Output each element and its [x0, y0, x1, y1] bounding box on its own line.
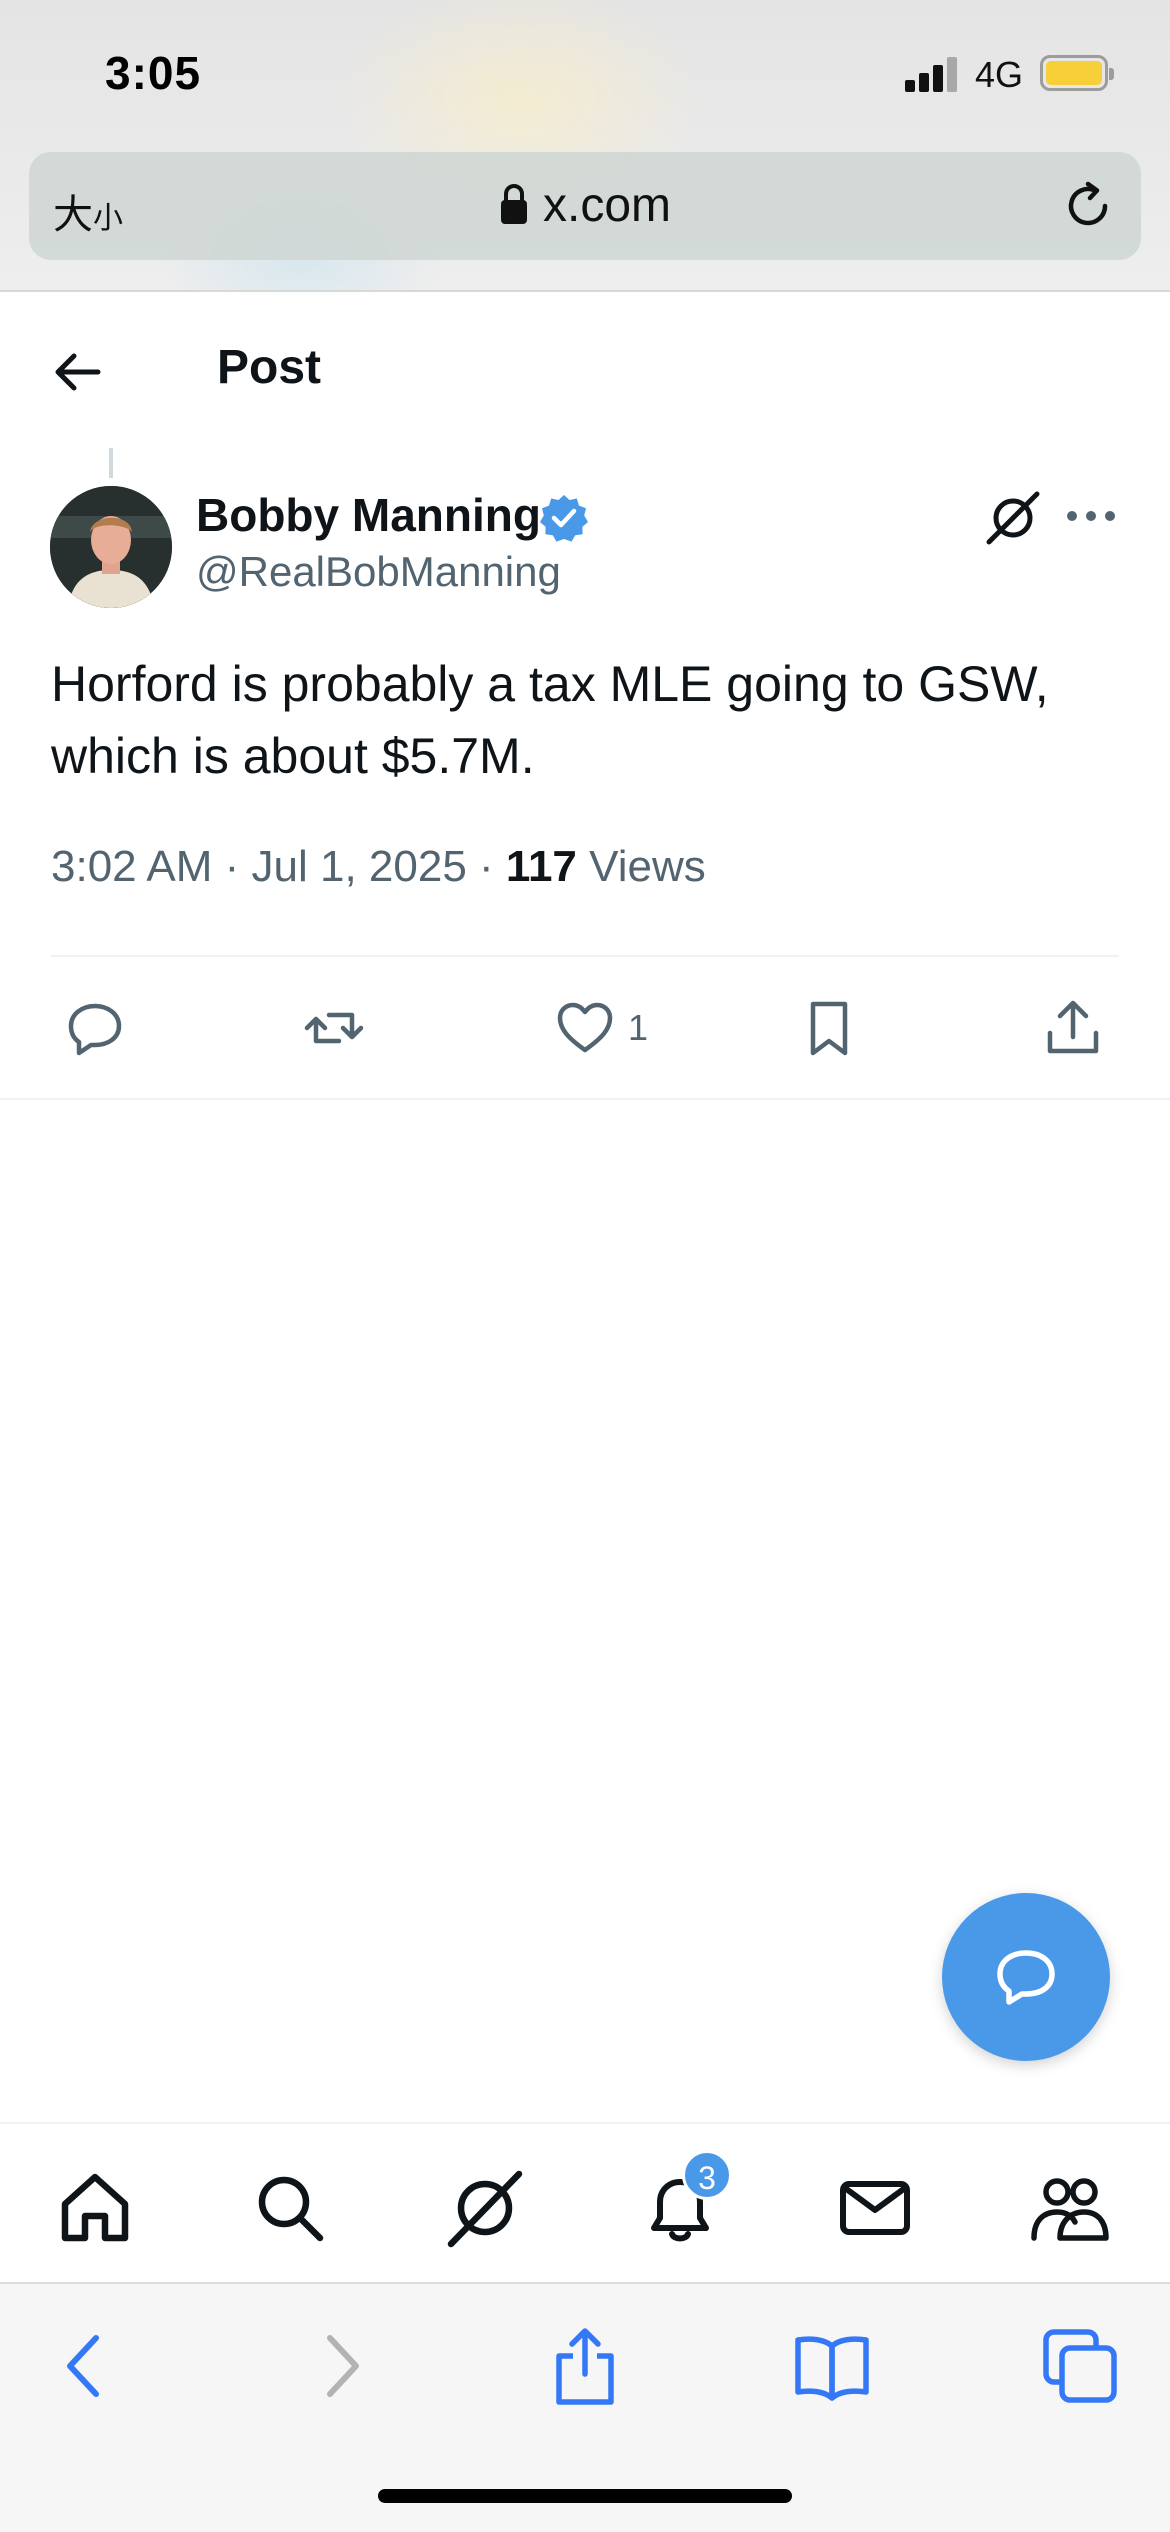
like-button[interactable]: 1 [554, 990, 648, 1066]
thread-connector-line [109, 448, 113, 478]
bookmark-icon [810, 1001, 848, 1056]
browser-back-button[interactable] [46, 2326, 126, 2406]
page-header: Post [0, 292, 1170, 442]
share-icon [1047, 1000, 1099, 1054]
post-action-bar: 1 [0, 980, 1170, 1076]
lock-icon [500, 184, 527, 224]
tab-search[interactable] [250, 2168, 330, 2248]
home-icon [61, 2173, 129, 2242]
bookmark-button[interactable] [798, 990, 860, 1066]
repost-button[interactable] [303, 990, 365, 1066]
url-text: x.com [542, 179, 671, 232]
tab-communities[interactable] [1030, 2168, 1110, 2248]
home-indicator[interactable] [378, 2489, 792, 2503]
back-arrow-icon[interactable] [40, 332, 120, 412]
more-options-icon[interactable] [1063, 496, 1119, 536]
network-type: 4G [975, 54, 1024, 95]
grok-icon [447, 2170, 523, 2248]
cellular-signal-icon [905, 56, 957, 92]
address-bar[interactable]: 大小 x.com [29, 152, 1141, 260]
notification-badge: 3 [682, 2150, 732, 2200]
url-display[interactable]: x.com [29, 178, 1141, 233]
reply-button[interactable] [64, 990, 126, 1066]
share-button[interactable] [1042, 990, 1104, 1066]
post-text: Horford is probably a tax MLE going to G… [51, 656, 1049, 784]
like-count: 1 [628, 1007, 649, 1048]
reply-icon [68, 1003, 122, 1056]
browser-share-button[interactable] [545, 2326, 625, 2406]
chevron-right-icon [327, 2335, 359, 2397]
browser-bookmarks-button[interactable] [792, 2326, 872, 2406]
battery-icon [1040, 55, 1114, 91]
page-title: Post [217, 341, 322, 394]
tabs-icon [1043, 2329, 1117, 2403]
tab-grok[interactable] [445, 2168, 525, 2248]
browser-forward-button[interactable] [300, 2326, 380, 2406]
status-time: 3:05 [105, 47, 202, 99]
bottom-tab-bar: 3 [0, 2122, 1170, 2282]
chevron-left-icon [67, 2335, 99, 2397]
repost-icon [304, 1012, 364, 1044]
avatar[interactable] [50, 486, 172, 608]
tab-messages[interactable] [835, 2168, 915, 2248]
grok-icon[interactable] [983, 488, 1043, 548]
tab-home[interactable] [55, 2168, 135, 2248]
views-label: Views [589, 842, 706, 891]
compose-reply-button[interactable] [942, 1893, 1110, 2061]
share-icon [556, 2328, 614, 2405]
author-handle[interactable]: @RealBobManning [196, 548, 561, 596]
book-icon [795, 2336, 869, 2401]
post-metadata: 3:02 AM · Jul 1, 2025 · 117 Views [51, 842, 706, 892]
views-count: 117 [505, 842, 577, 891]
reload-icon[interactable] [1061, 178, 1117, 234]
avatar-image [50, 486, 172, 608]
divider [51, 955, 1119, 957]
messages-icon [840, 2181, 910, 2235]
like-icon [557, 1002, 613, 1053]
verified-badge-icon [540, 495, 588, 542]
status-bar: 3:05 4G [0, 0, 1170, 150]
author-display-name[interactable]: Bobby Manning [196, 488, 541, 542]
divider [0, 1098, 1170, 1100]
post-timestamp[interactable]: 3:02 AM · Jul 1, 2025 · [51, 842, 494, 891]
browser-tabs-button[interactable] [1040, 2326, 1120, 2406]
browser-top-chrome: 3:05 4G 大小 x.com [0, 0, 1170, 292]
communities-icon [1031, 2178, 1109, 2241]
reply-bubble-icon [997, 1950, 1055, 2005]
search-icon [258, 2176, 324, 2242]
